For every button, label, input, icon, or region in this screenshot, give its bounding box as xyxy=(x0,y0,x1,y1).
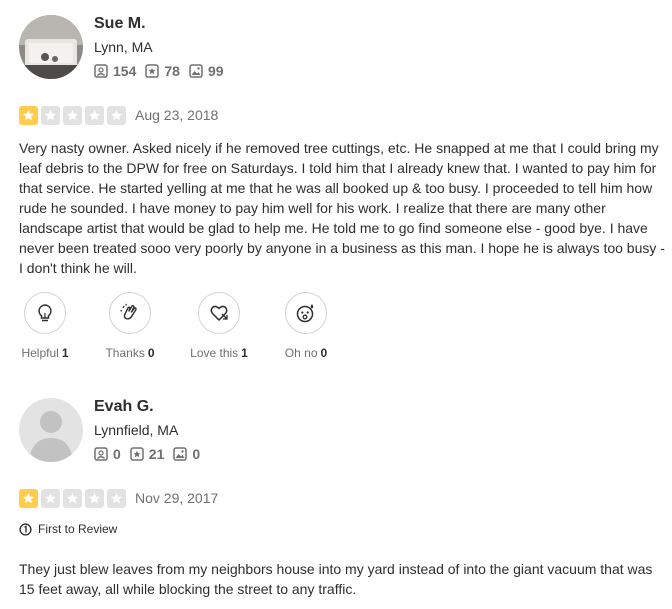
helpful-button[interactable] xyxy=(24,292,66,334)
ohno-button[interactable] xyxy=(285,292,327,334)
love-label: Love this xyxy=(190,346,239,360)
photos-count: 99 xyxy=(207,63,224,79)
friends-count: 0 xyxy=(113,446,121,462)
clapping-hands-icon xyxy=(120,303,137,320)
star-icon xyxy=(19,106,38,125)
first-to-review-badge: First to Review xyxy=(19,522,117,536)
star-icon xyxy=(41,489,60,508)
helpful-reaction[interactable]: Helpful 1 xyxy=(19,292,71,360)
review-star-icon xyxy=(130,447,144,461)
reviews-count: 78 xyxy=(164,63,180,79)
user-location: Lynn, MA xyxy=(94,39,153,55)
user-stats: 0 21 0 xyxy=(94,446,209,462)
love-button[interactable] xyxy=(198,292,240,334)
lightbulb-icon xyxy=(38,304,52,322)
reviews-stat: 21 xyxy=(130,446,165,462)
helpful-count: 1 xyxy=(61,346,69,360)
reviews-count: 21 xyxy=(148,446,165,462)
star-icon xyxy=(107,489,126,508)
surprised-face-icon xyxy=(296,304,314,323)
thanks-button[interactable] xyxy=(109,292,151,334)
user-name[interactable]: Evah G. xyxy=(94,398,154,416)
user-location: Lynnfield, MA xyxy=(94,422,179,438)
friends-stat: 0 xyxy=(94,446,121,462)
review-text: Very nasty owner. Asked nicely if he rem… xyxy=(19,140,665,276)
star-icon xyxy=(41,106,60,125)
photos-stat: 0 xyxy=(173,446,200,462)
star-icon xyxy=(107,106,126,125)
friends-icon xyxy=(94,64,108,78)
photo-icon xyxy=(189,64,203,78)
star-icon xyxy=(63,106,82,125)
reviews-stat: 78 xyxy=(145,63,180,79)
heart-icon xyxy=(210,305,228,321)
star-rating xyxy=(19,489,129,508)
user-stats: 154 78 99 xyxy=(94,63,233,79)
first-review-label: First to Review xyxy=(38,522,118,536)
star-icon xyxy=(85,106,104,125)
friends-icon xyxy=(94,447,108,461)
ohno-reaction[interactable]: Oh no 0 xyxy=(282,292,330,360)
friends-stat: 154 xyxy=(94,63,136,79)
ohno-label: Oh no xyxy=(284,346,318,360)
photos-stat: 99 xyxy=(189,63,224,79)
user-name[interactable]: Sue M. xyxy=(94,15,146,33)
user-avatar[interactable] xyxy=(19,15,83,79)
star-rating xyxy=(19,106,129,125)
love-reaction[interactable]: Love this 1 xyxy=(188,292,250,360)
review-text: They just blew leaves from my neighbors … xyxy=(19,561,653,597)
star-icon xyxy=(63,489,82,508)
helpful-label: Helpful xyxy=(21,346,59,360)
thanks-reaction[interactable]: Thanks 0 xyxy=(104,292,156,360)
photo-icon xyxy=(173,447,188,461)
love-count: 1 xyxy=(241,346,248,360)
star-icon xyxy=(85,489,104,508)
user-avatar[interactable] xyxy=(19,398,83,462)
review-date: Nov 29, 2017 xyxy=(135,490,219,506)
review-date: Aug 23, 2018 xyxy=(135,107,219,123)
friends-count: 154 xyxy=(113,63,137,79)
first-review-icon xyxy=(19,522,32,536)
review-star-icon xyxy=(145,64,160,78)
thanks-count: 0 xyxy=(147,346,155,360)
photos-count: 0 xyxy=(192,446,201,462)
star-icon xyxy=(19,489,38,508)
ohno-count: 0 xyxy=(320,346,328,360)
thanks-label: Thanks xyxy=(105,346,145,360)
